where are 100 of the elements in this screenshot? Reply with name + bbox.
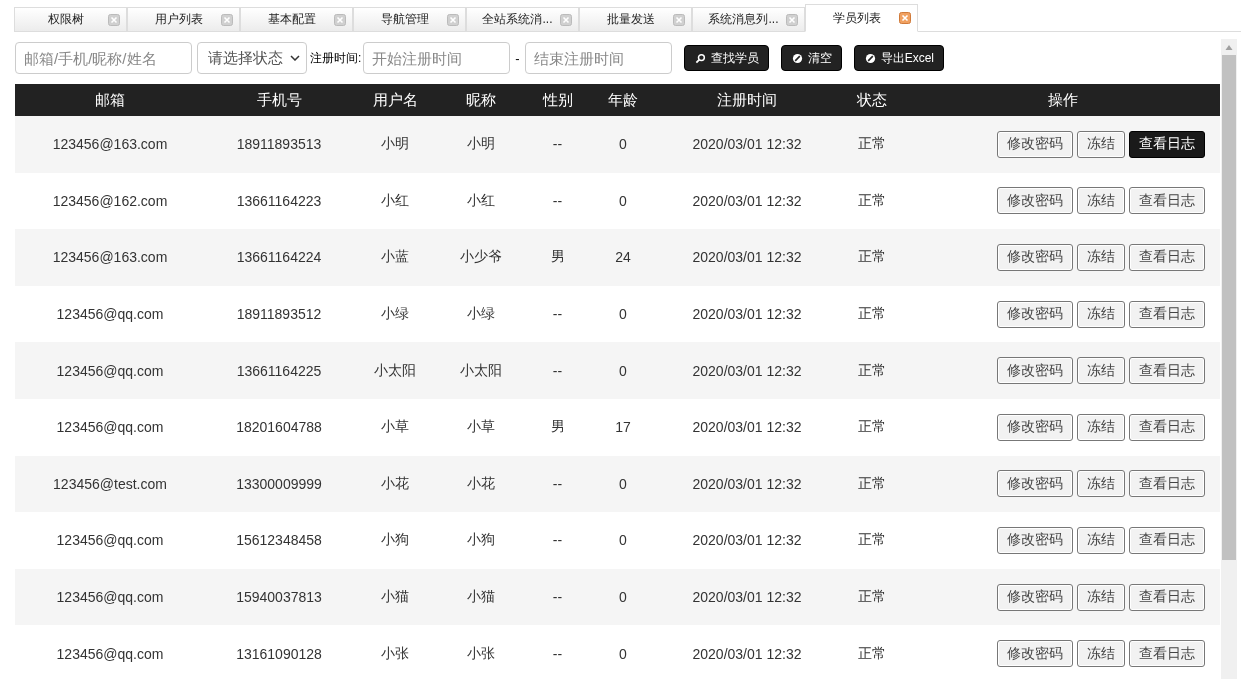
table-cell: 正常 [858, 588, 886, 607]
row-action-button[interactable]: 冻结 [1077, 187, 1125, 215]
row-action-button[interactable]: 修改密码 [997, 583, 1073, 611]
row-action-button[interactable]: 冻结 [1077, 583, 1125, 611]
table-cell: 123456@qq.com [56, 306, 164, 323]
row-action-button[interactable]: 修改密码 [997, 130, 1073, 158]
row-action-button[interactable]: 修改密码 [997, 300, 1073, 328]
chevron-down-icon [290, 55, 300, 61]
row-action-button[interactable]: 修改密码 [997, 526, 1073, 554]
row-action-button[interactable]: 查看日志 [1129, 583, 1205, 611]
table-cell: 正常 [858, 418, 886, 437]
row-action-button[interactable]: 修改密码 [997, 244, 1073, 271]
table-cell: 13161090128 [236, 645, 322, 662]
row-action-button[interactable]: 冻结 [1077, 244, 1125, 271]
table-cell: 0 [619, 192, 627, 209]
table-cell: 123456@qq.com [56, 419, 164, 436]
row-action-button[interactable]: 查看日志 [1129, 244, 1205, 271]
table-cell: -- [552, 136, 563, 153]
end-date-field[interactable]: 结束注册时间 [524, 42, 672, 74]
tab[interactable]: 基本配置 [240, 7, 353, 32]
close-icon[interactable] [560, 13, 572, 26]
prohibited-icon [791, 52, 803, 64]
status-dropdown[interactable]: 请选择状态 [197, 42, 307, 74]
table-cell: 0 [619, 589, 627, 606]
toolbar-button[interactable]: 清空 [780, 45, 842, 71]
table-cell: 123456@163.com [52, 249, 168, 266]
table-cell: 123456@162.com [52, 192, 168, 209]
row-action-button[interactable]: 修改密码 [997, 470, 1073, 498]
table-cell: 小太阳 [460, 361, 502, 380]
row-action-button[interactable]: 冻结 [1077, 526, 1125, 554]
table-cell: -- [552, 306, 563, 323]
table-cell: -- [552, 475, 563, 492]
close-icon[interactable] [108, 13, 120, 26]
table-cell: 2020/03/01 12:32 [692, 532, 802, 549]
table-cell: 小红 [467, 191, 495, 210]
toolbar-button[interactable]: 查找学员 [683, 45, 769, 71]
table-cell: 2020/03/01 12:32 [692, 645, 802, 662]
table-cell: 13661164223 [236, 192, 322, 209]
close-icon[interactable] [786, 13, 798, 26]
row-action-button[interactable]: 冻结 [1077, 130, 1125, 158]
table-cell: 小绿 [381, 305, 409, 324]
table-cell: 正常 [858, 531, 886, 550]
table-cell: 小花 [381, 474, 409, 493]
table-cell: 24 [615, 249, 631, 266]
row-action-button[interactable]: 查看日志 [1129, 470, 1205, 498]
toolbar-button[interactable]: 导出Excel [853, 45, 945, 71]
table-cell: 2020/03/01 12:32 [692, 136, 802, 153]
row-action-button[interactable]: 查看日志 [1129, 413, 1205, 441]
row-action-button[interactable]: 修改密码 [997, 413, 1073, 441]
table-cell: 123456@qq.com [56, 532, 164, 549]
row-action-button[interactable]: 修改密码 [997, 187, 1073, 215]
row-action-button[interactable]: 冻结 [1077, 413, 1125, 441]
close-icon[interactable] [334, 13, 346, 26]
column-header: 状态 [857, 90, 887, 110]
column-header: 用户名 [372, 90, 418, 110]
row-action-button[interactable]: 查看日志 [1129, 187, 1205, 215]
close-icon[interactable] [899, 12, 911, 24]
tab[interactable]: 全站系统消... [466, 7, 579, 32]
start-date-field[interactable]: 开始注册时间 [363, 42, 511, 74]
tab[interactable]: 批量发送 [579, 7, 692, 32]
row-action-button[interactable]: 查看日志 [1129, 526, 1205, 554]
table-cell: 小花 [467, 474, 495, 493]
row-action-button[interactable]: 查看日志 [1129, 300, 1205, 328]
table-cell: 小猫 [467, 588, 495, 607]
table-cell: 13661164224 [236, 249, 322, 266]
scrollbar[interactable] [1221, 39, 1237, 679]
row-action-button[interactable]: 查看日志 [1129, 640, 1205, 668]
date-separator: - [515, 50, 520, 66]
row-action-button[interactable]: 冻结 [1077, 470, 1125, 498]
row-action-button[interactable]: 查看日志 [1129, 357, 1205, 385]
row-action-button[interactable]: 冻结 [1077, 300, 1125, 328]
row-action-button[interactable]: 修改密码 [997, 640, 1073, 668]
table-cell: 正常 [858, 305, 886, 324]
table-cell: 0 [619, 306, 627, 323]
table-cell: 小绿 [467, 305, 495, 324]
row-action-button[interactable]: 查看日志 [1129, 130, 1205, 158]
close-icon[interactable] [221, 13, 233, 26]
table-cell: 18911893513 [236, 136, 322, 153]
search-field[interactable]: 邮箱/手机/昵称/姓名 [15, 42, 192, 74]
table-cell: -- [552, 192, 563, 209]
table-cell: 正常 [858, 248, 886, 267]
table-cell: 小张 [381, 644, 409, 663]
table-cell: 小蓝 [381, 248, 409, 267]
close-icon[interactable] [673, 13, 685, 26]
tab[interactable]: 导航管理 [353, 7, 466, 32]
table-cell: 男 [550, 418, 565, 437]
row-action-button[interactable]: 修改密码 [997, 357, 1073, 385]
row-action-button[interactable]: 冻结 [1077, 640, 1125, 668]
table-cell: 123456@qq.com [56, 589, 164, 606]
tab[interactable]: 系统消息列... [692, 7, 805, 32]
tab[interactable]: 学员列表 [805, 4, 918, 32]
table-cell: 123456@qq.com [56, 362, 164, 379]
table-cell: 2020/03/01 12:32 [692, 306, 802, 323]
table-cell: 17 [615, 419, 631, 436]
table-cell: 18911893512 [236, 306, 322, 323]
tab[interactable]: 用户列表 [127, 7, 240, 32]
tab[interactable]: 权限树 [14, 7, 127, 32]
table-cell: 15940037813 [236, 589, 322, 606]
close-icon[interactable] [447, 13, 459, 26]
row-action-button[interactable]: 冻结 [1077, 357, 1125, 385]
